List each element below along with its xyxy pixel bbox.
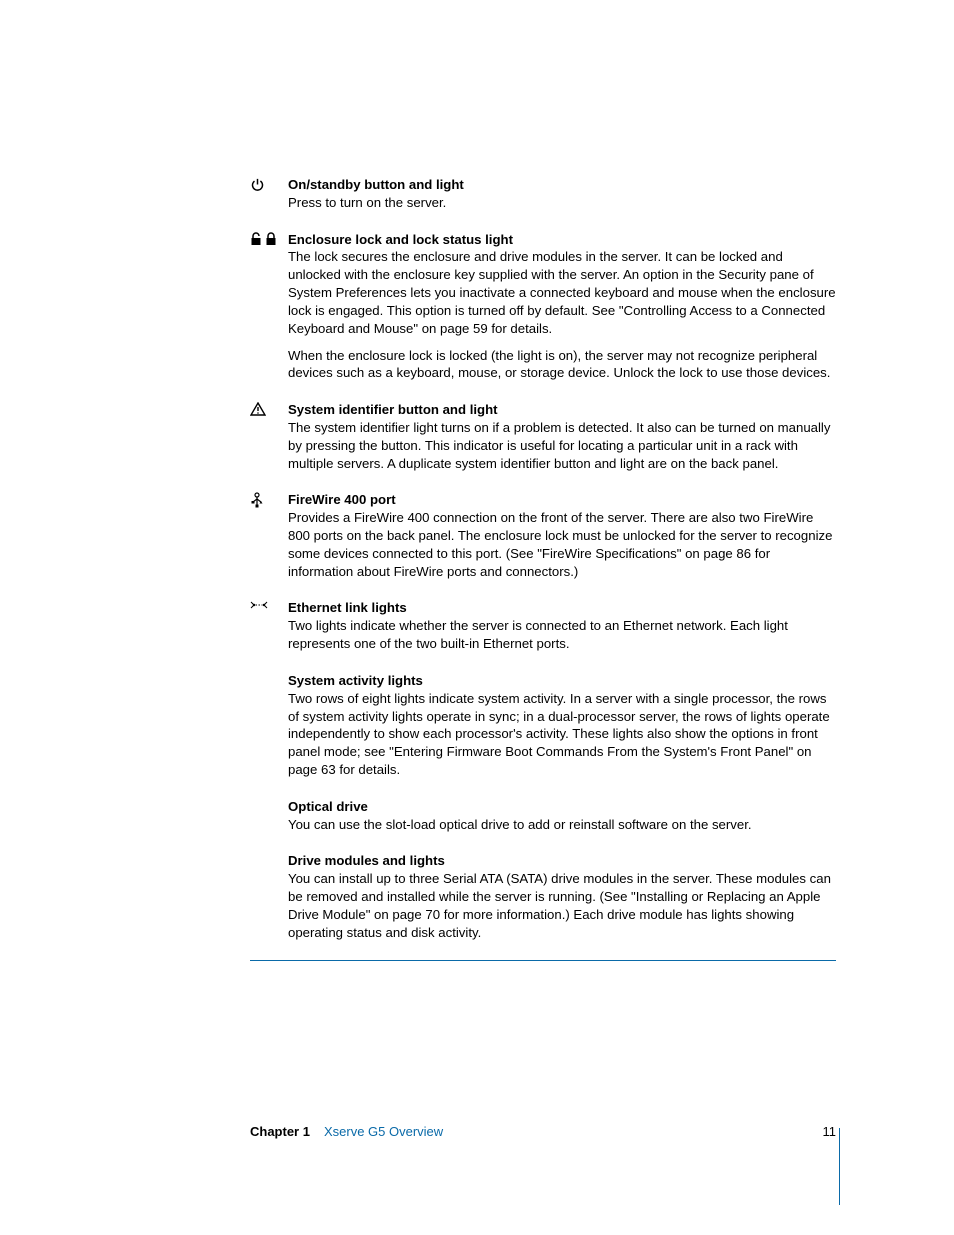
section-enclosure-lock: Enclosure lock and lock status light The… bbox=[250, 231, 836, 392]
body-text: Two lights indicate whether the server i… bbox=[288, 617, 836, 653]
body-text: The system identifier light turns on if … bbox=[288, 419, 836, 472]
ethernet-icon bbox=[250, 599, 288, 661]
page-edge-rule bbox=[839, 1128, 840, 1205]
heading-system-identifier: System identifier button and light bbox=[288, 401, 836, 419]
section-optical-drive: Optical drive You can use the slot-load … bbox=[250, 798, 836, 843]
page-footer: Chapter 1 Xserve G5 Overview 11 bbox=[250, 1124, 836, 1139]
chapter-label: Chapter 1 bbox=[250, 1124, 310, 1139]
section-system-identifier: System identifier button and light The s… bbox=[250, 401, 836, 481]
section-divider bbox=[250, 960, 836, 961]
section-drive-modules: Drive modules and lights You can install… bbox=[250, 852, 836, 950]
lock-open-icon bbox=[250, 232, 262, 246]
warning-icon bbox=[250, 401, 288, 481]
body-text: You can use the slot-load optical drive … bbox=[288, 816, 836, 834]
page-content: On/standby button and light Press to tur… bbox=[250, 176, 836, 961]
heading-enclosure-lock: Enclosure lock and lock status light bbox=[288, 231, 836, 249]
heading-drive-modules: Drive modules and lights bbox=[288, 852, 836, 870]
body-text: Press to turn on the server. bbox=[288, 194, 836, 212]
body-text: When the enclosure lock is locked (the l… bbox=[288, 347, 836, 383]
body-text: Two rows of eight lights indicate system… bbox=[288, 690, 836, 779]
heading-on-standby: On/standby button and light bbox=[288, 176, 836, 194]
section-on-standby: On/standby button and light Press to tur… bbox=[250, 176, 836, 221]
heading-ethernet: Ethernet link lights bbox=[288, 599, 836, 617]
chapter-title: Xserve G5 Overview bbox=[324, 1124, 443, 1139]
body-text: You can install up to three Serial ATA (… bbox=[288, 870, 836, 941]
body-text: The lock secures the enclosure and drive… bbox=[288, 248, 836, 337]
lock-icons bbox=[250, 231, 288, 392]
firewire-icon bbox=[250, 491, 288, 589]
section-firewire: FireWire 400 port Provides a FireWire 40… bbox=[250, 491, 836, 589]
section-system-activity: System activity lights Two rows of eight… bbox=[250, 672, 836, 788]
lock-closed-icon bbox=[265, 232, 277, 246]
heading-system-activity: System activity lights bbox=[288, 672, 836, 690]
heading-firewire: FireWire 400 port bbox=[288, 491, 836, 509]
body-text: Provides a FireWire 400 connection on th… bbox=[288, 509, 836, 580]
page-number: 11 bbox=[823, 1124, 837, 1139]
power-icon bbox=[250, 176, 288, 221]
section-ethernet: Ethernet link lights Two lights indicate… bbox=[250, 599, 836, 661]
heading-optical-drive: Optical drive bbox=[288, 798, 836, 816]
